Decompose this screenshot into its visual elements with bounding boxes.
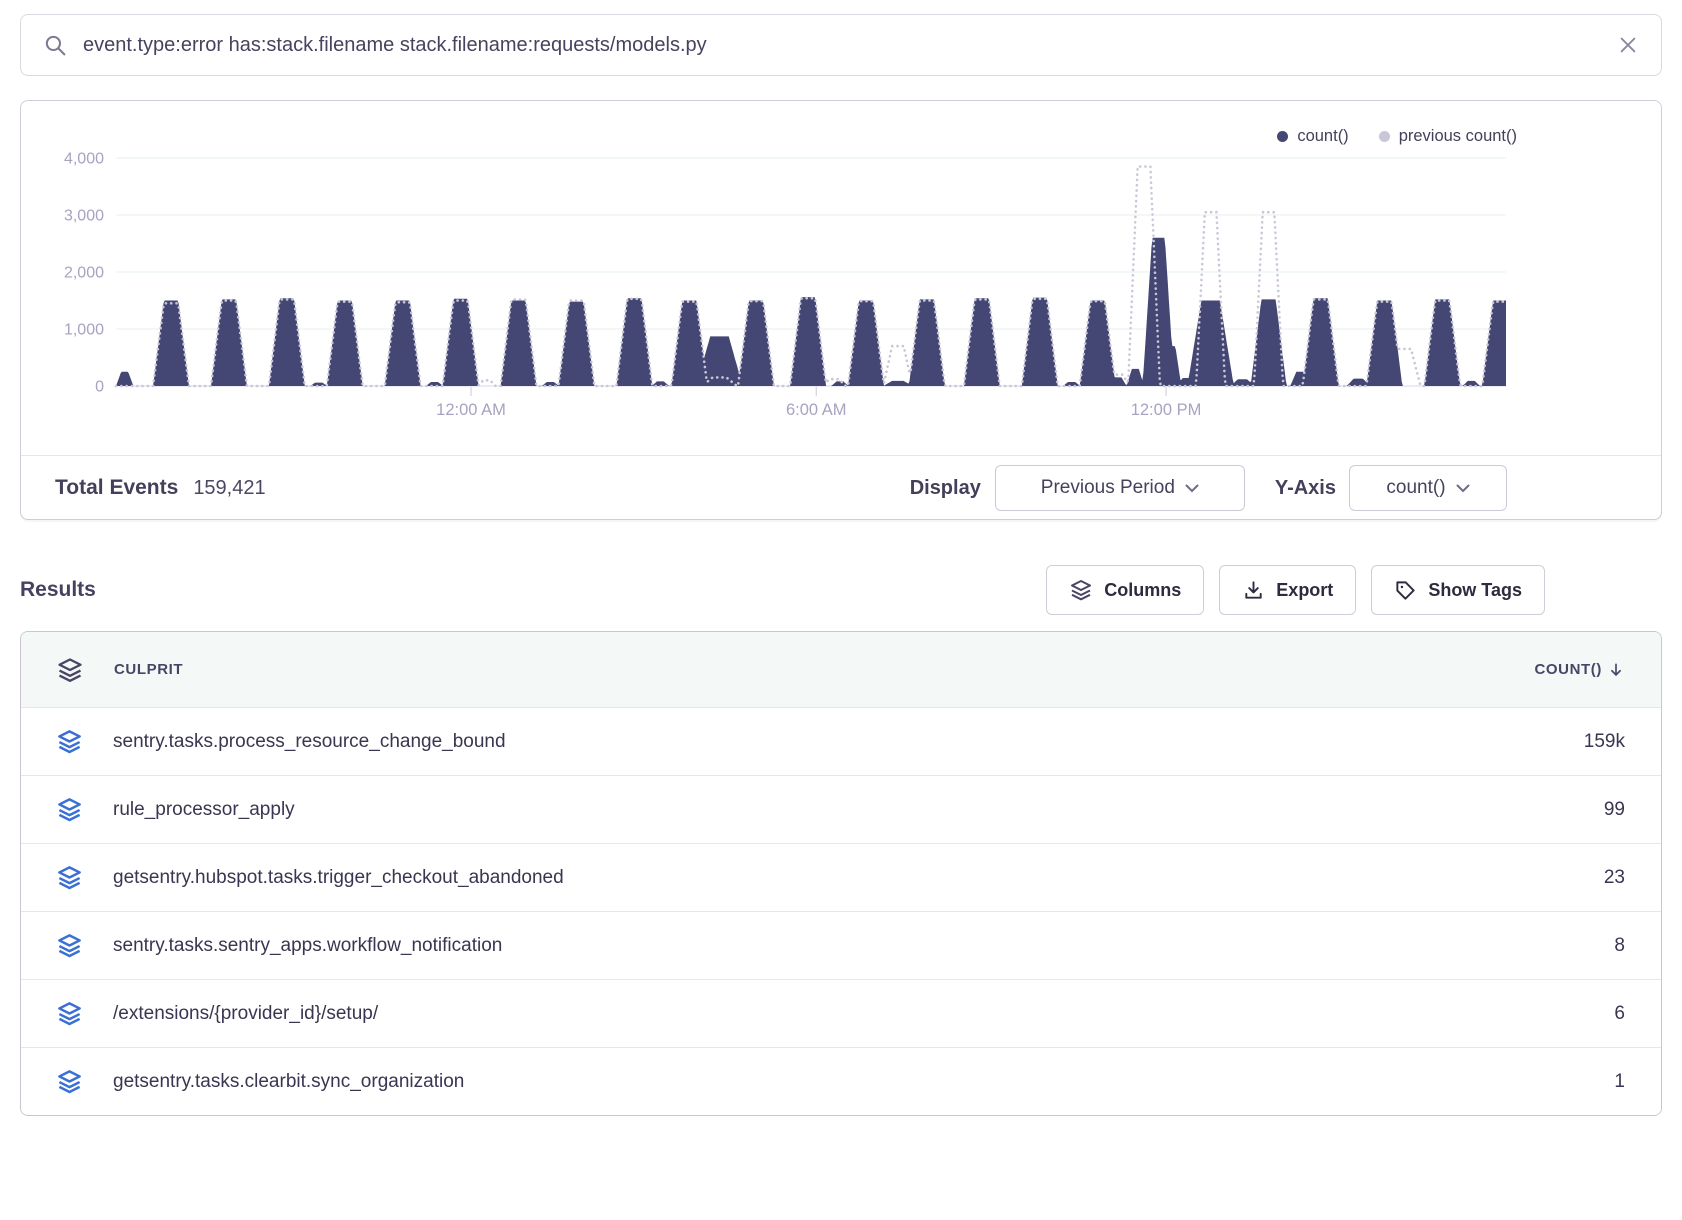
results-table: CULPRIT COUNT() sentry.tasks.process_res… [20, 631, 1662, 1116]
legend-item-count[interactable]: count() [1277, 127, 1348, 146]
yaxis-select[interactable]: count() [1349, 465, 1507, 511]
previous-count-series-dot [1379, 131, 1390, 142]
legend-label: previous count() [1399, 127, 1517, 146]
svg-text:4,000: 4,000 [64, 151, 104, 168]
table-header-row: CULPRIT COUNT() [21, 632, 1661, 707]
display-label: Display [910, 477, 981, 500]
display-select[interactable]: Previous Period [995, 465, 1245, 511]
discover-page: 0 1,000 2,000 3,000 4,000 12:00 AM 6:00 AM 12:0… [0, 0, 1682, 1116]
show-tags-button-label: Show Tags [1428, 580, 1522, 601]
stack-icon[interactable] [56, 1068, 83, 1095]
table-row[interactable]: sentry.tasks.sentry_apps.workflow_notifi… [21, 911, 1661, 979]
chevron-down-icon [1185, 484, 1199, 493]
count-cell: 8 [1614, 935, 1625, 957]
chart-footer: Total Events 159,421 Display Previous Pe… [21, 455, 1661, 520]
count-series-dot [1277, 131, 1288, 142]
search-input[interactable] [83, 34, 1602, 57]
count-cell: 6 [1614, 1003, 1625, 1025]
stack-icon[interactable] [56, 728, 83, 755]
stack-icon[interactable] [56, 796, 83, 823]
svg-text:2,000: 2,000 [64, 265, 104, 282]
stack-icon[interactable] [56, 1000, 83, 1027]
svg-text:1,000: 1,000 [64, 322, 104, 339]
legend-label: count() [1297, 127, 1348, 146]
total-events-value: 159,421 [193, 477, 265, 500]
table-row[interactable]: /extensions/{provider_id}/setup/ 6 [21, 979, 1661, 1047]
svg-text:12:00 PM: 12:00 PM [1131, 401, 1202, 419]
events-area-chart[interactable]: 0 1,000 2,000 3,000 4,000 12:00 AM 6:00 AM 12:0… [21, 101, 1661, 431]
download-icon [1242, 579, 1265, 602]
culprit-cell[interactable]: /extensions/{provider_id}/setup/ [113, 1003, 378, 1025]
stack-icon[interactable] [56, 864, 83, 891]
count-cell: 99 [1604, 799, 1625, 821]
results-heading: Results [20, 578, 96, 602]
yaxis-label: Y-Axis [1275, 477, 1336, 500]
culprit-cell[interactable]: rule_processor_apply [113, 799, 295, 821]
table-row[interactable]: sentry.tasks.process_resource_change_bou… [21, 707, 1661, 775]
column-header-count[interactable]: COUNT() [1534, 661, 1625, 679]
count-cell: 159k [1584, 731, 1625, 753]
columns-button-label: Columns [1104, 580, 1181, 601]
tag-icon [1394, 579, 1417, 602]
search-bar [20, 14, 1662, 76]
table-row[interactable]: rule_processor_apply 99 [21, 775, 1661, 843]
export-button[interactable]: Export [1219, 565, 1356, 615]
count-header-label: COUNT() [1534, 661, 1602, 678]
table-row[interactable]: getsentry.tasks.clearbit.sync_organizati… [21, 1047, 1661, 1115]
results-header: Results Columns Export [20, 565, 1662, 615]
svg-text:12:00 AM: 12:00 AM [436, 401, 506, 419]
search-icon [43, 33, 68, 58]
column-header-culprit[interactable]: CULPRIT [114, 661, 183, 678]
sort-desc-arrow-icon [1607, 661, 1625, 679]
chart-legend: count() previous count() [1277, 127, 1517, 146]
columns-button[interactable]: Columns [1046, 565, 1204, 615]
chart-controls: Display Previous Period Y-Axis count() [910, 465, 1507, 511]
export-button-label: Export [1276, 580, 1333, 601]
events-chart-card: 0 1,000 2,000 3,000 4,000 12:00 AM 6:00 AM 12:0… [20, 100, 1662, 520]
chevron-down-icon [1456, 484, 1470, 493]
layers-icon [1069, 578, 1093, 602]
svg-text:0: 0 [95, 379, 104, 396]
total-events-label: Total Events [55, 476, 178, 500]
legend-item-previous-count[interactable]: previous count() [1379, 127, 1517, 146]
display-select-value: Previous Period [1041, 477, 1175, 499]
show-tags-button[interactable]: Show Tags [1371, 565, 1545, 615]
culprit-cell[interactable]: getsentry.hubspot.tasks.trigger_checkout… [113, 867, 564, 889]
culprit-cell[interactable]: sentry.tasks.process_resource_change_bou… [113, 731, 506, 753]
stack-icon[interactable] [56, 932, 83, 959]
culprit-cell[interactable]: getsentry.tasks.clearbit.sync_organizati… [113, 1071, 464, 1093]
yaxis-select-value: count() [1386, 477, 1445, 499]
culprit-cell[interactable]: sentry.tasks.sentry_apps.workflow_notifi… [113, 935, 502, 957]
svg-text:6:00 AM: 6:00 AM [786, 401, 847, 419]
stack-icon [56, 656, 84, 684]
clear-search-icon[interactable] [1617, 34, 1639, 56]
results-actions: Columns Export Show Tags [1046, 565, 1545, 615]
table-row[interactable]: getsentry.hubspot.tasks.trigger_checkout… [21, 843, 1661, 911]
svg-text:3,000: 3,000 [64, 208, 104, 225]
count-cell: 1 [1614, 1071, 1625, 1093]
count-cell: 23 [1604, 867, 1625, 889]
